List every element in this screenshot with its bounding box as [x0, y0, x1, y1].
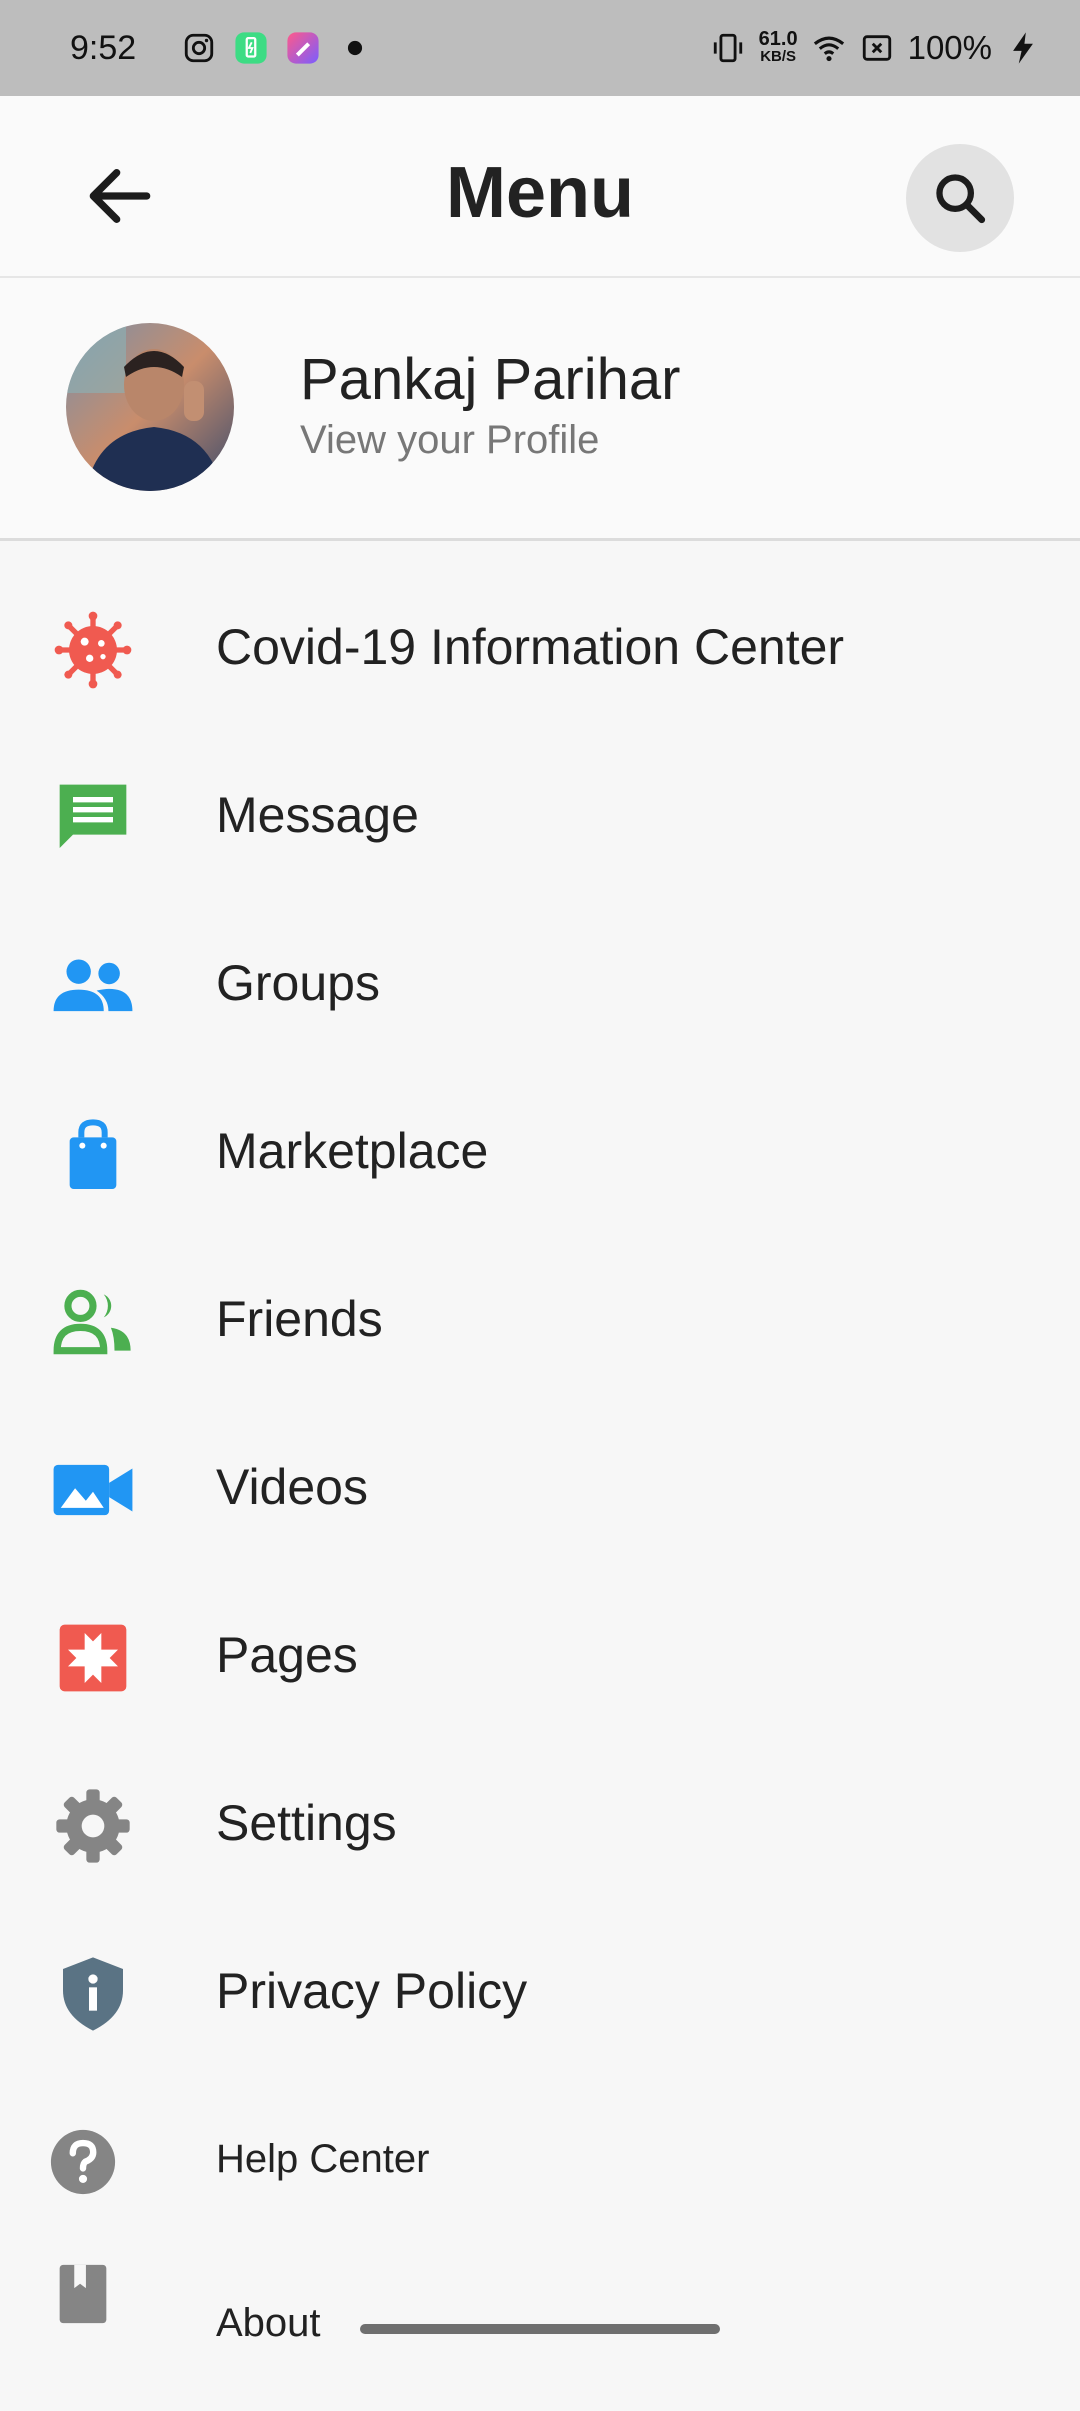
shortcut-app-icon — [287, 32, 319, 64]
menu-item-message[interactable]: Message — [0, 731, 1080, 899]
avatar[interactable] — [66, 323, 234, 491]
network-speed: 61.0 KB/S — [758, 28, 798, 66]
menu-item-label: Groups — [216, 955, 380, 1011]
menu-item-label: Settings — [216, 1795, 397, 1851]
app-bar: Menu — [0, 96, 1080, 278]
menu-item-label: Videos — [216, 1459, 368, 1515]
menu-item-groups[interactable]: Groups — [0, 899, 1080, 1067]
menu-item-label: Pages — [216, 1627, 358, 1683]
book-icon — [40, 2251, 126, 2337]
instagram-icon — [185, 33, 214, 63]
menu-item-label: Marketplace — [216, 1123, 489, 1179]
notification-dot-icon — [348, 40, 363, 56]
search-button[interactable] — [906, 144, 1014, 252]
no-sim-icon — [862, 35, 891, 61]
menu-item-label: Covid-19 Information Center — [216, 619, 845, 675]
help-icon — [40, 2119, 126, 2205]
pages-flag-icon — [50, 1615, 136, 1701]
view-profile-link[interactable]: View your Profile — [300, 418, 599, 463]
shopping-bag-icon — [50, 1111, 136, 1197]
vibrate-icon — [713, 33, 742, 63]
menu-item-label: Help Center — [216, 2136, 430, 2181]
friends-icon — [50, 1279, 136, 1365]
menu-item-label: Privacy Policy — [216, 1963, 528, 2019]
battery-level: 100% — [907, 29, 992, 66]
charging-bolt-icon — [1013, 32, 1033, 64]
gear-icon — [50, 1783, 136, 1869]
avatar-image — [66, 323, 234, 491]
virus-icon — [50, 607, 136, 693]
network-speed-unit: KB/S — [760, 48, 797, 65]
menu-item-label: Message — [216, 787, 419, 843]
profile-name: Pankaj Parihar — [300, 347, 681, 412]
shield-info-icon — [50, 1951, 136, 2037]
menu-item-label: Friends — [216, 1291, 383, 1347]
battery-app-icon — [235, 32, 267, 64]
groups-icon — [50, 943, 136, 1029]
search-icon — [936, 174, 986, 224]
wifi-icon — [813, 36, 844, 62]
home-indicator[interactable] — [360, 2324, 720, 2334]
network-speed-value: 61.0 — [758, 28, 798, 50]
message-icon — [50, 775, 136, 861]
menu-item-friends[interactable]: Friends — [0, 1235, 1080, 1403]
menu-item-label: About — [216, 2301, 321, 2345]
menu-item-videos[interactable]: Videos — [0, 1403, 1080, 1571]
menu-item-covid[interactable]: Covid-19 Information Center — [0, 563, 1080, 731]
menu-item-help-center[interactable]: Help Center — [0, 2075, 1080, 2243]
status-time: 9:52 — [70, 28, 137, 67]
menu-item-privacy-policy[interactable]: Privacy Policy — [0, 1907, 1080, 2075]
menu-item-settings[interactable]: Settings — [0, 1739, 1080, 1907]
video-camera-icon — [50, 1447, 136, 1533]
profile-row[interactable]: Pankaj Parihar View your Profile — [0, 278, 1080, 541]
status-bar: 9:52 61.0 KB/S 100% — [0, 0, 1080, 96]
menu-item-pages[interactable]: Pages — [0, 1571, 1080, 1739]
menu-item-marketplace[interactable]: Marketplace — [0, 1067, 1080, 1235]
